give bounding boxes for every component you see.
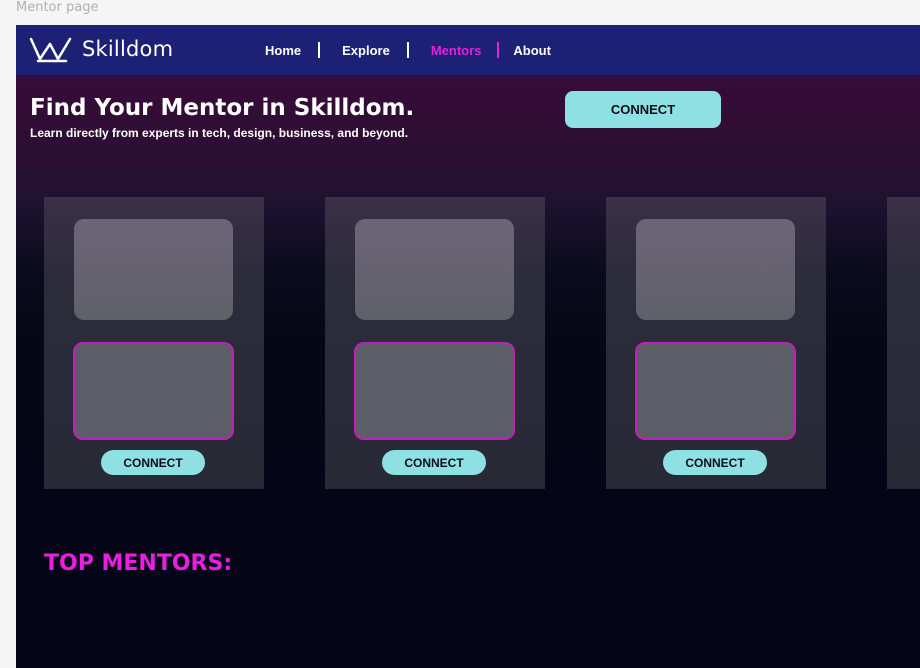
nav-about[interactable]: About: [513, 43, 551, 58]
mentor-page-frame: Skilldom Home Explore Mentors About Find…: [16, 25, 920, 668]
mentor-info-placeholder: [635, 342, 796, 440]
card-connect-button[interactable]: CONNECT: [382, 450, 486, 475]
crown-icon: [28, 35, 76, 63]
mentor-info-placeholder: [354, 342, 515, 440]
nav-mentors[interactable]: Mentors: [431, 43, 482, 58]
mentor-card: CONNECT: [325, 197, 545, 489]
hero-title: Find Your Mentor in Skilldom.: [30, 95, 415, 121]
nav-divider: [497, 42, 500, 58]
nav-divider: [406, 42, 409, 58]
logo[interactable]: Skilldom: [28, 35, 173, 63]
frame-label: Mentor page: [16, 0, 99, 15]
hero-subtitle: Learn directly from experts in tech, des…: [30, 126, 409, 140]
mentor-photo-placeholder: [74, 219, 233, 320]
mentor-card-partial: [887, 197, 920, 489]
card-connect-button[interactable]: CONNECT: [663, 450, 767, 475]
brand-name: Skilldom: [82, 37, 174, 61]
nav-explore[interactable]: Explore: [342, 43, 390, 58]
nav-home[interactable]: Home: [265, 43, 301, 58]
mentor-photo-placeholder: [355, 219, 514, 320]
navbar: Skilldom Home Explore Mentors About: [16, 25, 920, 75]
hero-connect-button[interactable]: CONNECT: [565, 91, 721, 128]
nav-divider: [318, 42, 321, 58]
mentor-info-placeholder: [73, 342, 234, 440]
main-nav: Home Explore Mentors About: [265, 25, 551, 75]
mentor-photo-placeholder: [636, 219, 795, 320]
mentor-card: CONNECT: [44, 197, 264, 489]
top-mentors-heading: TOP MENTORS:: [44, 551, 233, 576]
card-connect-button[interactable]: CONNECT: [101, 450, 205, 475]
mentor-card: CONNECT: [606, 197, 826, 489]
